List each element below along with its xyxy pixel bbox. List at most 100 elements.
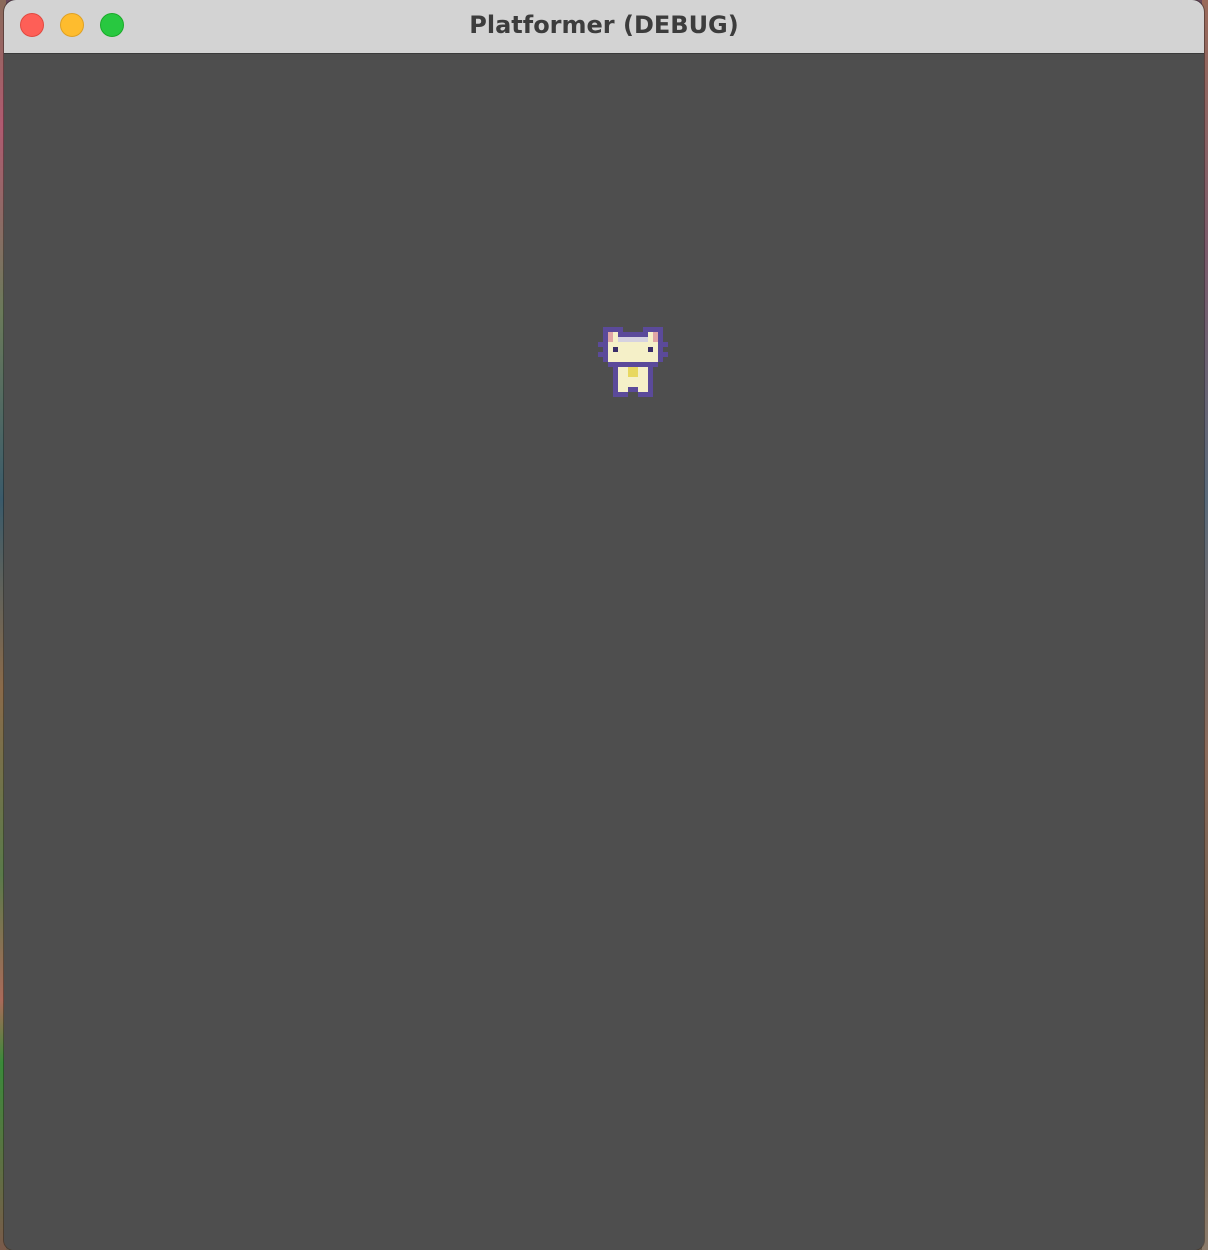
sprite-pixel: [618, 352, 623, 357]
sprite-pixel: [628, 367, 633, 372]
sprite-pixel: [643, 352, 648, 357]
sprite-pixel: [608, 362, 613, 367]
sprite-pixel: [643, 392, 648, 397]
sprite-pixel: [618, 337, 623, 342]
sprite-pixel: [618, 347, 623, 352]
sprite-pixel: [653, 347, 658, 352]
sprite-pixel: [603, 332, 608, 337]
cat-sprite-icon: [598, 327, 668, 397]
game-viewport[interactable]: [4, 54, 1204, 1250]
sprite-pixel: [633, 377, 638, 382]
sprite-pixel: [658, 327, 663, 332]
sprite-pixel: [658, 332, 663, 337]
sprite-pixel: [658, 347, 663, 352]
sprite-pixel: [623, 347, 628, 352]
sprite-pixel: [638, 362, 643, 367]
sprite-pixel: [638, 382, 643, 387]
sprite-pixel: [613, 367, 618, 372]
sprite-pixel: [628, 352, 633, 357]
sprite-pixel: [653, 357, 658, 362]
sprite-pixel: [613, 352, 618, 357]
sprite-pixel: [648, 352, 653, 357]
sprite-pixel: [658, 352, 663, 357]
sprite-pixel: [633, 342, 638, 347]
sprite-pixel: [618, 362, 623, 367]
sprite-pixel: [633, 352, 638, 357]
sprite-pixel: [633, 357, 638, 362]
sprite-pixel: [653, 337, 658, 342]
sprite-pixel: [608, 342, 613, 347]
sprite-pixel: [638, 342, 643, 347]
sprite-pixel: [613, 347, 618, 352]
sprite-pixel: [613, 337, 618, 342]
sprite-pixel: [613, 362, 618, 367]
sprite-pixel: [648, 357, 653, 362]
sprite-pixel: [643, 337, 648, 342]
sprite-pixel: [643, 327, 648, 332]
sprite-pixel: [618, 377, 623, 382]
sprite-pixel: [603, 352, 608, 357]
sprite-pixel: [643, 367, 648, 372]
sprite-pixel: [648, 392, 653, 397]
sprite-pixel: [653, 362, 658, 367]
sprite-pixel: [648, 382, 653, 387]
sprite-pixel: [623, 367, 628, 372]
sprite-pixel: [623, 357, 628, 362]
sprite-pixel: [643, 377, 648, 382]
sprite-pixel: [648, 377, 653, 382]
sprite-pixel: [648, 337, 653, 342]
sprite-pixel: [643, 347, 648, 352]
sprite-pixel: [638, 377, 643, 382]
sprite-pixel: [603, 342, 608, 347]
sprite-pixel: [618, 342, 623, 347]
sprite-pixel: [603, 357, 608, 362]
sprite-pixel: [608, 327, 613, 332]
sprite-pixel: [613, 382, 618, 387]
sprite-pixel: [623, 337, 628, 342]
sprite-pixel: [628, 342, 633, 347]
sprite-pixel: [608, 357, 613, 362]
sprite-pixel: [643, 372, 648, 377]
sprite-pixel: [653, 327, 658, 332]
sprite-pixel: [628, 372, 633, 377]
sprite-pixel: [633, 382, 638, 387]
sprite-pixel: [618, 392, 623, 397]
sprite-pixel: [648, 342, 653, 347]
title-bar[interactable]: Platformer (DEBUG): [4, 0, 1204, 54]
sprite-pixel: [663, 342, 668, 347]
sprite-pixel: [638, 352, 643, 357]
sprite-pixel: [648, 347, 653, 352]
sprite-pixel: [633, 347, 638, 352]
sprite-pixel: [663, 352, 668, 357]
sprite-pixel: [613, 327, 618, 332]
sprite-pixel: [608, 337, 613, 342]
game-window: Platformer (DEBUG): [4, 0, 1204, 1250]
sprite-pixel: [628, 357, 633, 362]
sprite-pixel: [643, 382, 648, 387]
sprite-pixel: [633, 367, 638, 372]
sprite-pixel: [643, 387, 648, 392]
sprite-pixel: [613, 332, 618, 337]
sprite-pixel: [618, 367, 623, 372]
sprite-pixel: [598, 352, 603, 357]
sprite-pixel: [628, 362, 633, 367]
sprite-pixel: [623, 332, 628, 337]
sprite-pixel: [638, 347, 643, 352]
sprite-pixel: [628, 382, 633, 387]
sprite-pixel: [658, 357, 663, 362]
sprite-pixel: [628, 377, 633, 382]
sprite-pixel: [618, 357, 623, 362]
sprite-pixel: [638, 337, 643, 342]
sprite-pixel: [648, 332, 653, 337]
sprite-pixel: [643, 342, 648, 347]
sprite-pixel: [618, 387, 623, 392]
sprite-pixel: [613, 377, 618, 382]
sprite-pixel: [628, 387, 633, 392]
sprite-pixel: [648, 327, 653, 332]
sprite-pixel: [623, 362, 628, 367]
sprite-pixel: [608, 352, 613, 357]
sprite-pixel: [653, 332, 658, 337]
sprite-pixel: [638, 392, 643, 397]
sprite-pixel: [613, 387, 618, 392]
sprite-pixel: [608, 347, 613, 352]
